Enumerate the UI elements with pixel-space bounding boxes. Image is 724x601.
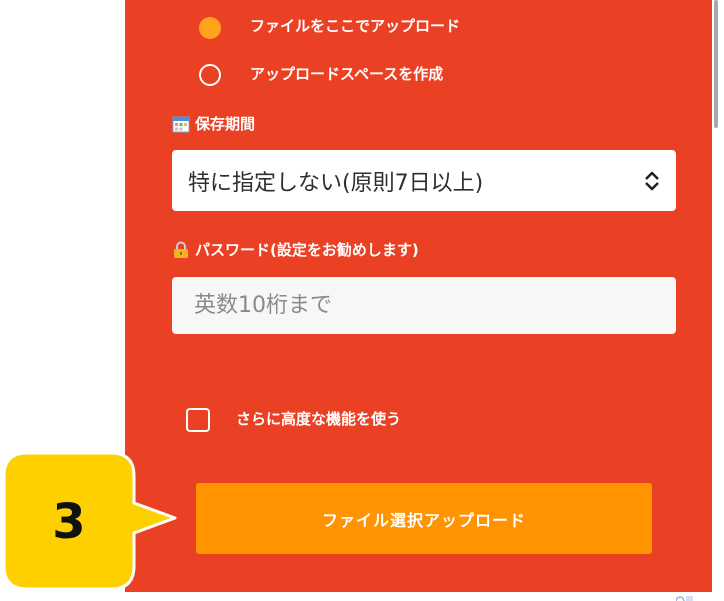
password-label: パスワード(設定をお勧めします) [195,241,419,259]
radio-upload-here[interactable] [199,17,221,39]
lock-icon [174,241,188,258]
retention-select[interactable]: 特に指定しない(原則7日以上) [172,150,676,211]
calendar-icon [172,116,190,132]
advanced-features-label[interactable]: さらに高度な機能を使う [236,408,401,429]
retention-label-row: 保存期間 [172,113,255,134]
retention-label: 保存期間 [195,115,256,133]
step-number: 3 [52,494,86,550]
info-icon[interactable] [676,593,694,601]
password-label-row: パスワード(設定をお勧めします) [172,239,419,260]
radio-create-space[interactable] [199,64,221,86]
chevron-up-down-icon [645,171,659,191]
file-select-upload-button[interactable]: ファイル選択アップロード [196,483,652,554]
password-input[interactable] [172,277,676,334]
scrollbar-thumb[interactable] [714,0,718,128]
retention-selected-value: 特に指定しない(原則7日以上) [188,170,484,196]
radio-upload-here-label[interactable]: ファイルをここでアップロード [250,15,460,36]
advanced-features-checkbox[interactable] [186,408,210,432]
radio-create-space-label[interactable]: アップロードスペースを作成 [250,63,443,84]
